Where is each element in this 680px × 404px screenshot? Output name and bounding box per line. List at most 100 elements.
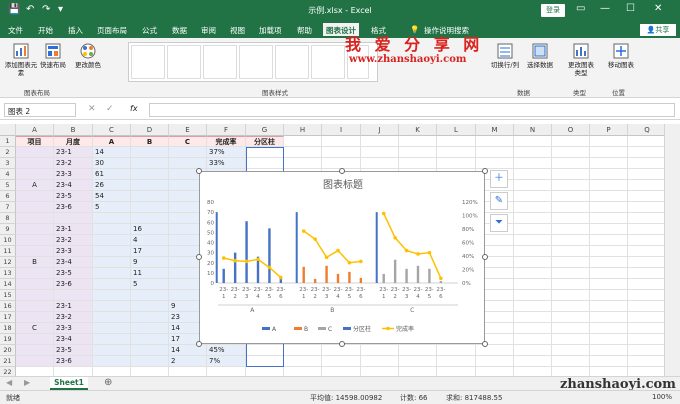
table-cell[interactable] [437, 367, 476, 376]
table-cell[interactable] [514, 246, 552, 257]
table-cell[interactable] [552, 290, 590, 301]
table-cell[interactable]: 7% [207, 356, 246, 367]
sheet-tab[interactable]: Sheet1 [50, 377, 88, 390]
row-header[interactable]: 13 [0, 268, 16, 279]
table-cell[interactable] [437, 136, 476, 147]
row-header[interactable]: 2 [0, 147, 16, 158]
table-cell[interactable]: 16 [131, 224, 169, 235]
table-cell[interactable] [93, 279, 131, 290]
table-cell[interactable] [16, 356, 54, 367]
table-cell[interactable] [16, 268, 54, 279]
chart-style-thumb[interactable] [311, 45, 345, 79]
table-cell[interactable] [93, 312, 131, 323]
table-cell[interactable] [628, 180, 664, 191]
table-cell[interactable] [476, 367, 514, 376]
table-cell[interactable] [552, 334, 590, 345]
column-header[interactable]: J [361, 124, 399, 136]
login-button[interactable]: 登录 [541, 4, 565, 17]
table-cell[interactable]: 37% [207, 147, 246, 158]
table-cell[interactable] [552, 345, 590, 356]
add-chart-element-button[interactable]: 添加图表元素 [4, 42, 38, 77]
table-cell[interactable]: 23-2 [54, 312, 93, 323]
resize-handle[interactable] [339, 341, 345, 347]
column-header[interactable]: B [54, 124, 93, 136]
table-cell[interactable] [16, 158, 54, 169]
table-cell[interactable]: 23-6 [54, 356, 93, 367]
table-cell[interactable]: 26 [93, 180, 131, 191]
table-cell[interactable] [131, 356, 169, 367]
table-cell[interactable] [590, 334, 628, 345]
tab-home[interactable]: 开始 [38, 25, 53, 36]
table-cell[interactable] [590, 257, 628, 268]
table-cell[interactable]: 11 [131, 268, 169, 279]
header-cell[interactable]: 项目 [16, 136, 54, 147]
chart-filter-icon[interactable]: ⏷ [490, 214, 508, 232]
table-cell[interactable]: 23-6 [54, 202, 93, 213]
table-cell[interactable] [93, 367, 131, 376]
header-cell[interactable]: A [93, 136, 131, 147]
row-header[interactable]: 15 [0, 290, 16, 301]
table-cell[interactable]: 14 [93, 147, 131, 158]
table-cell[interactable] [16, 169, 54, 180]
table-cell[interactable] [437, 147, 476, 158]
table-cell[interactable] [590, 158, 628, 169]
table-cell[interactable] [628, 334, 664, 345]
table-cell[interactable] [399, 345, 437, 356]
table-cell[interactable] [93, 334, 131, 345]
table-cell[interactable] [131, 345, 169, 356]
prev-sheet-icon[interactable]: ◀ [6, 378, 12, 387]
table-cell[interactable] [361, 147, 399, 158]
table-cell[interactable] [590, 169, 628, 180]
table-cell[interactable] [628, 169, 664, 180]
table-cell[interactable] [246, 367, 284, 376]
table-cell[interactable] [284, 158, 322, 169]
row-header[interactable]: 1 [0, 136, 16, 147]
table-cell[interactable] [628, 279, 664, 290]
resize-handle[interactable] [482, 254, 488, 260]
table-cell[interactable] [131, 202, 169, 213]
table-cell[interactable] [552, 169, 590, 180]
vertical-scrollbar[interactable] [664, 124, 680, 376]
table-cell[interactable]: 23-3 [54, 323, 93, 334]
table-cell[interactable] [514, 356, 552, 367]
table-cell[interactable] [514, 235, 552, 246]
table-cell[interactable] [552, 301, 590, 312]
column-header[interactable]: F [207, 124, 246, 136]
table-cell[interactable] [399, 147, 437, 158]
resize-handle[interactable] [482, 341, 488, 347]
tab-view[interactable]: 视图 [230, 25, 245, 36]
table-cell[interactable] [628, 147, 664, 158]
switch-row-col-button[interactable]: 切换行/列 [490, 42, 520, 69]
table-cell[interactable]: 4 [131, 235, 169, 246]
table-cell[interactable] [590, 246, 628, 257]
table-cell[interactable] [284, 136, 322, 147]
select-data-button[interactable]: 选择数据 [524, 42, 556, 69]
table-cell[interactable] [131, 323, 169, 334]
table-cell[interactable] [16, 279, 54, 290]
table-cell[interactable] [476, 136, 514, 147]
table-cell[interactable] [552, 180, 590, 191]
column-header[interactable]: P [590, 124, 628, 136]
add-sheet-icon[interactable]: ⊕ [104, 377, 112, 388]
table-cell[interactable] [514, 334, 552, 345]
table-cell[interactable]: 54 [93, 191, 131, 202]
table-cell[interactable] [628, 158, 664, 169]
tab-file[interactable]: 文件 [8, 25, 23, 36]
cancel-icon[interactable]: ✕ [88, 104, 96, 114]
column-header[interactable]: C [93, 124, 131, 136]
row-header[interactable]: 19 [0, 334, 16, 345]
table-cell[interactable] [552, 136, 590, 147]
table-cell[interactable] [131, 301, 169, 312]
table-cell[interactable] [399, 356, 437, 367]
table-cell[interactable] [514, 158, 552, 169]
resize-handle[interactable] [482, 168, 488, 174]
table-cell[interactable] [16, 345, 54, 356]
tab-page-layout[interactable]: 页面布局 [97, 25, 127, 36]
quick-layout-button[interactable]: 快速布局 [38, 42, 68, 69]
table-cell[interactable] [476, 345, 514, 356]
change-chart-type-button[interactable]: 更改图表类型 [566, 42, 596, 77]
table-cell[interactable] [514, 213, 552, 224]
name-box[interactable]: 图表 2 [4, 103, 76, 117]
row-header[interactable]: 8 [0, 213, 16, 224]
row-header[interactable]: 21 [0, 356, 16, 367]
